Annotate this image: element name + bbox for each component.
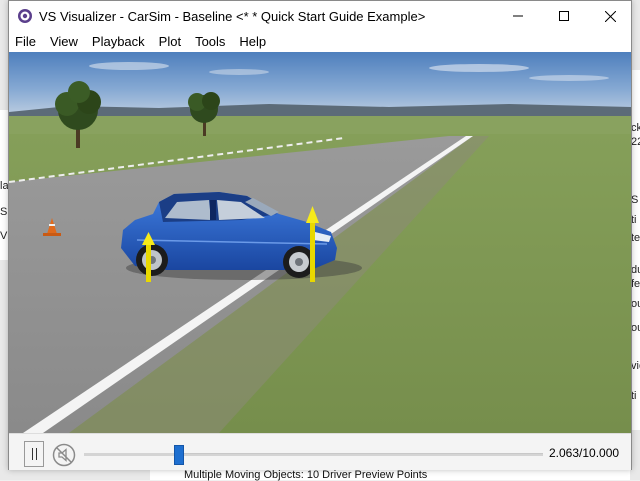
timeline-thumb[interactable] [174,445,184,465]
maximize-icon [559,11,569,21]
background-text-fragment: te [631,232,640,244]
time-readout: 2.063/10.000 [549,446,620,460]
app-icon [18,9,32,23]
menu-tools[interactable]: Tools [188,34,232,49]
menu-plot[interactable]: Plot [152,34,188,49]
mute-button[interactable] [52,443,76,467]
window-title: VS Visualizer - CarSim - Baseline <* * Q… [39,9,426,24]
menu-playback[interactable]: Playback [85,34,152,49]
playback-controls: 2.063/10.000 [9,433,631,470]
sky [9,52,631,114]
background-text-fragment: du [631,264,640,276]
background-text-fragment: S [631,194,639,206]
menu-view[interactable]: View [43,34,85,49]
animation-viewport[interactable] [9,52,631,433]
close-icon [604,10,616,22]
minimize-icon [513,15,523,17]
menu-file[interactable]: File [9,34,43,49]
pause-button[interactable] [24,441,44,467]
background-list-item[interactable]: Multiple Moving Objects: 10 Driver Previ… [184,469,427,481]
menu-bar: File View Playback Plot Tools Help [9,31,631,52]
background-text-fragment: V [0,230,8,242]
background-text-fragment: ou [631,322,640,334]
background-text-fragment: S [0,206,8,218]
menu-help[interactable]: Help [232,34,273,49]
background-left-panel: la S V [0,110,9,260]
close-button[interactable] [587,1,633,31]
visualizer-window: VS Visualizer - CarSim - Baseline <* * Q… [8,0,632,470]
pause-icon [31,448,33,460]
background-text-fragment: vie [631,360,640,372]
background-text-fragment: 22 [631,136,640,148]
timeline-progress [84,453,179,456]
background-text-fragment: ck [631,122,640,134]
background-text-fragment: fe [631,278,640,290]
minimize-button[interactable] [495,1,541,31]
mute-icon [52,443,76,467]
maximize-button[interactable] [541,1,587,31]
title-bar[interactable]: VS Visualizer - CarSim - Baseline <* * Q… [9,1,631,31]
timeline-slider[interactable] [84,445,543,465]
scene-render [9,52,631,433]
background-text-fragment: ou [631,298,640,310]
